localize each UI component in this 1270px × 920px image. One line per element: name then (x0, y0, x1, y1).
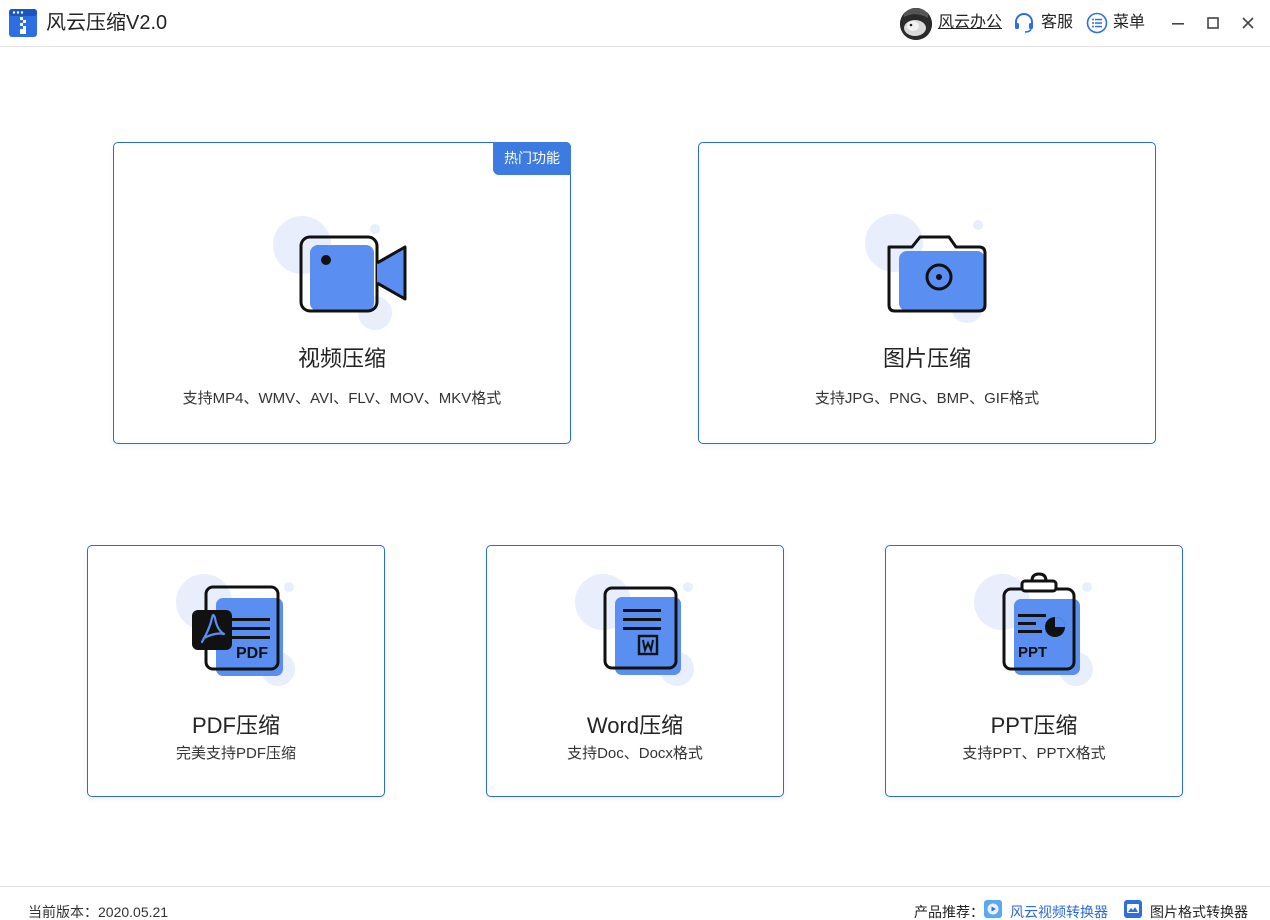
user-name-link[interactable]: 风云办公 (938, 13, 1002, 33)
status-footer: 当前版本：2020.05.21 产品推荐： 风云视频转换器 图片格式转换器 (0, 886, 1270, 920)
ppt-card-desc: 支持PPT、PPTX格式 (962, 745, 1106, 762)
photo-camera-icon (865, 214, 987, 323)
word-document-icon (575, 574, 694, 686)
image-card-title: 图片压缩 (882, 346, 971, 371)
word-card-title: Word压缩 (586, 713, 684, 738)
ppt-card-title: PPT压缩 (990, 713, 1078, 738)
app-title: 风云压缩V2.0 (46, 12, 168, 34)
image-card-desc: 支持JPG、PNG、BMP、GIF格式 (814, 390, 1040, 407)
recommend-label: 产品推荐： (914, 904, 984, 920)
close-icon (1242, 17, 1254, 29)
menu-button[interactable]: 菜单 (1113, 13, 1145, 33)
service-button[interactable]: 客服 (1041, 13, 1073, 33)
user-avatar[interactable] (900, 8, 932, 40)
pdf-card-desc: 完美支持PDF压缩 (175, 745, 296, 762)
maximize-button[interactable] (1201, 11, 1225, 35)
hot-feature-badge: 热门功能 (493, 142, 571, 175)
zip-archive-icon (9, 9, 37, 37)
title-bar: 风云压缩V2.0 风云办公 客服 菜单 (0, 0, 1270, 47)
video-converter-link[interactable]: 风云视频转换器 (1010, 902, 1108, 920)
minimize-button[interactable] (1166, 11, 1190, 35)
video-card-desc: 支持MP4、WMV、AVI、FLV、MOV、MKV格式 (182, 390, 502, 407)
ppt-clipboard-icon: PPT (974, 572, 1093, 686)
video-converter-icon[interactable] (983, 899, 1003, 919)
image-compress-card[interactable]: 图片压缩 支持JPG、PNG、BMP、GIF格式 (698, 142, 1156, 444)
close-button[interactable] (1236, 11, 1260, 35)
ppt-icon-text: PPT (1018, 644, 1047, 661)
pdf-document-icon: PDF (176, 574, 295, 686)
list-menu-icon[interactable] (1086, 12, 1108, 34)
pdf-compress-card[interactable]: PDF PDF压缩 完美支持PDF压缩 (87, 545, 385, 797)
maximize-icon (1207, 17, 1219, 29)
video-camera-icon (273, 216, 407, 330)
image-converter-icon[interactable] (1123, 899, 1143, 919)
version-label: 当前版本：2020.05.21 (28, 904, 169, 920)
pdf-card-title: PDF压缩 (191, 713, 280, 738)
word-compress-card[interactable]: Word压缩 支持Doc、Docx格式 (486, 545, 784, 797)
video-card-title: 视频压缩 (297, 346, 386, 371)
minimize-icon (1172, 23, 1184, 25)
word-card-desc: 支持Doc、Docx格式 (567, 745, 703, 762)
video-compress-card[interactable]: 热门功能 视频压缩 支持MP4、WMV、AVI、FLV、MOV、MKV格式 (113, 142, 571, 444)
image-converter-link[interactable]: 图片格式转换器 (1150, 902, 1248, 920)
pdf-icon-text: PDF (236, 645, 268, 662)
headset-icon[interactable] (1013, 12, 1035, 34)
ppt-compress-card[interactable]: PPT PPT压缩 支持PPT、PPTX格式 (885, 545, 1183, 797)
